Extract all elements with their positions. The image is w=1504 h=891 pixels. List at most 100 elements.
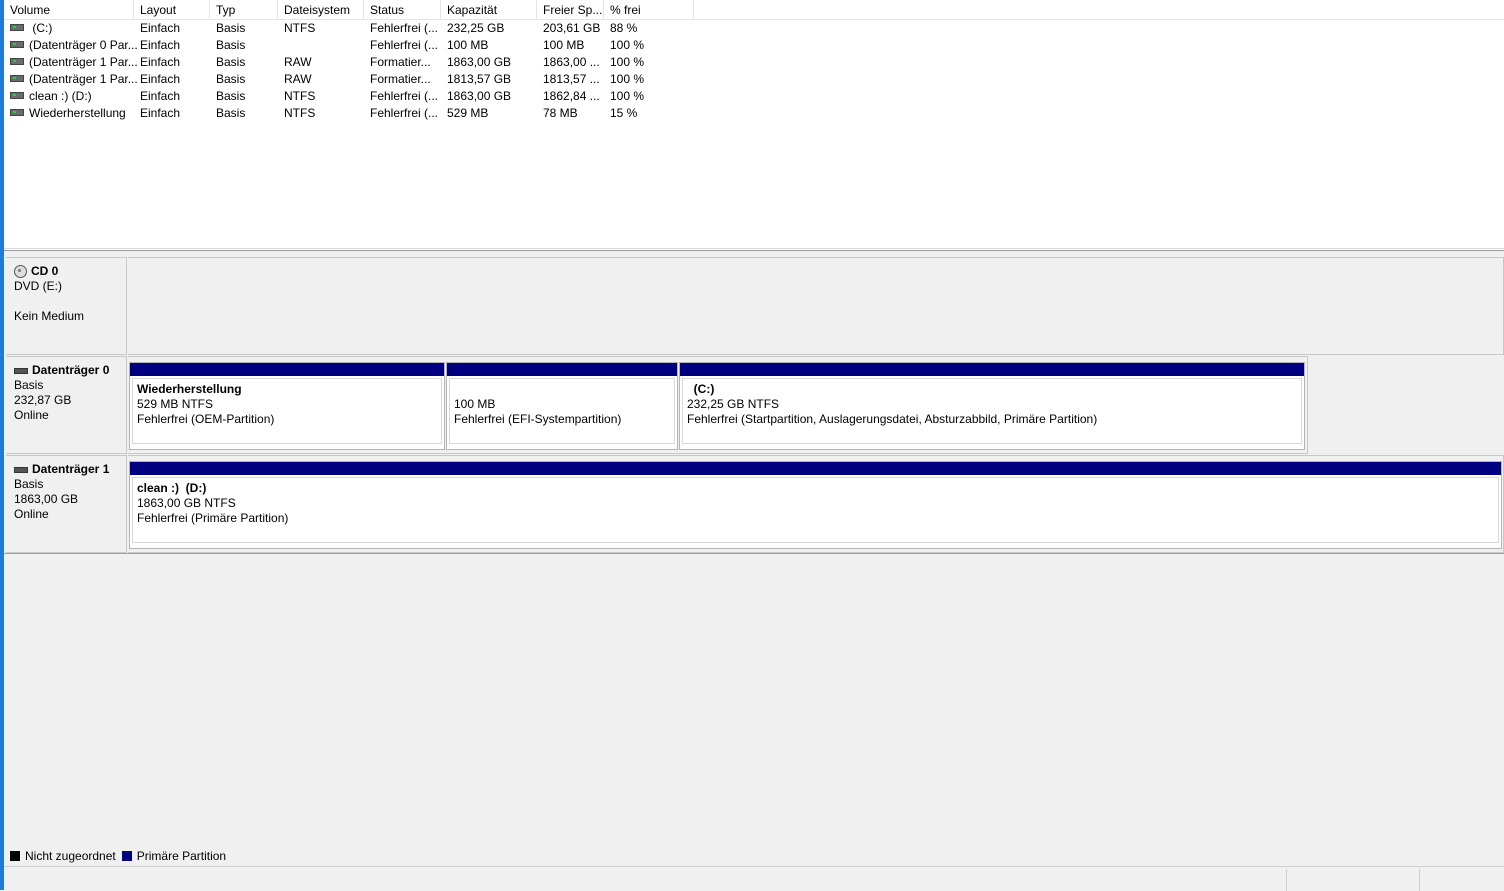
volume-label: clean :) (D:) (29, 89, 92, 103)
cell-freier-speicher: 1813,57 ... (543, 72, 600, 86)
volume-row[interactable]: clean :) (D:) Einfach Basis NTFS Fehlerfrei … (4, 88, 1504, 105)
volume-drive-icon (10, 24, 24, 32)
column-header-status[interactable]: Status (364, 0, 441, 19)
cell-layout: Einfach (140, 72, 181, 86)
partition-name (454, 382, 670, 397)
disk-row-0: Datenträger 0 Basis 232,87 GB Online Wie… (6, 356, 1504, 454)
disk-row-1: Datenträger 1 Basis 1863,00 GB Online cl… (6, 455, 1504, 553)
cell-dateisystem: RAW (284, 72, 312, 86)
disk-size: 1863,00 GB (14, 492, 79, 506)
partition-wiederherstellung[interactable]: Wiederherstellung 529 MB NTFS Fehlerfrei… (129, 362, 445, 450)
cell-volume-name: (C:) (10, 20, 52, 37)
volume-drive-icon (10, 92, 24, 100)
cell-prozent-frei: 15 % (610, 106, 638, 120)
legend: Nicht zugeordnet Primäre Partition (10, 848, 232, 864)
volume-drive-icon (10, 58, 24, 66)
cell-typ: Basis (216, 21, 246, 35)
partition-color-bar (447, 363, 677, 376)
hard-disk-icon (14, 367, 28, 374)
disk-label-cd0[interactable]: CD 0 DVD (E:) Kein Medium (6, 257, 127, 355)
partition-color-bar (680, 363, 1304, 376)
cell-kapazitaet: 100 MB (447, 38, 489, 52)
partition-color-bar (130, 363, 444, 376)
cell-kapazitaet: 1813,57 GB (447, 72, 512, 86)
disk-drive-letter: DVD (E:) (14, 279, 62, 293)
column-header-layout[interactable]: Layout (134, 0, 210, 19)
cell-status: Fehlerfrei (... (370, 21, 439, 35)
volume-row[interactable]: Wiederherstellung Einfach Basis NTFS Fehlerf… (4, 105, 1504, 122)
column-header-prozent-frei[interactable]: % frei (604, 0, 694, 19)
hard-disk-icon (14, 466, 28, 473)
column-header-volume[interactable]: Volume (4, 0, 134, 19)
disk-row-cd0: CD 0 DVD (E:) Kein Medium (6, 257, 1504, 355)
legend-label: Nicht zugeordnet (25, 849, 116, 863)
cell-freier-speicher: 78 MB (543, 106, 578, 120)
disk-title: Datenträger 1 (32, 462, 110, 476)
disk-media-status: Kein Medium (14, 309, 85, 323)
disk-title: CD 0 (31, 264, 59, 278)
partition-name: Wiederherstellung (137, 382, 242, 396)
disk-area-cd0 (128, 257, 1504, 355)
column-header-kapazitaet[interactable]: Kapazität (441, 0, 537, 19)
disk-size: 232,87 GB (14, 393, 72, 407)
volume-row[interactable]: (C:) Einfach Basis NTFS Fehlerfrei (... 232,2… (4, 20, 1504, 37)
cell-status: Fehlerfrei (... (370, 89, 439, 103)
legend-label: Primäre Partition (136, 849, 227, 863)
cell-freier-speicher: 1862,84 ... (543, 89, 600, 103)
volume-label: (Datenträger 0 Par... (29, 38, 138, 52)
cell-volume-name: clean :) (D:) (10, 88, 92, 105)
cell-kapazitaet: 232,25 GB (447, 21, 505, 35)
partition-d[interactable]: clean :) (D:) 1863,00 GB NTFS Fehlerfrei… (129, 461, 1502, 549)
partition-status: Fehlerfrei (Primäre Partition) (137, 511, 289, 525)
partition-size: 100 MB (454, 397, 496, 411)
legend-item-unallocated: Nicht zugeordnet (10, 849, 116, 863)
volume-row[interactable]: (Datenträger 1 Par... Einfach Basis RAW Form… (4, 54, 1504, 71)
partition-size: 1863,00 GB NTFS (137, 496, 236, 510)
partition-status: Fehlerfrei (EFI-Systempartition) (454, 412, 622, 426)
status-separator (1419, 869, 1420, 891)
cell-kapazitaet: 1863,00 GB (447, 55, 512, 69)
volume-list[interactable]: Volume Layout Typ Dateisystem Status Kap… (4, 0, 1504, 248)
cell-volume-name: (Datenträger 1 Par... (10, 71, 138, 88)
partition-c[interactable]: (C:) 232,25 GB NTFS Fehlerfrei (Startpar… (679, 362, 1305, 450)
cell-typ: Basis (216, 106, 246, 120)
cell-freier-speicher: 203,61 GB (543, 21, 601, 35)
partition-color-bar (130, 462, 1501, 475)
column-header-dateisystem[interactable]: Dateisystem (278, 0, 364, 19)
volume-row[interactable]: (Datenträger 1 Par... Einfach Basis RAW Form… (4, 71, 1504, 88)
partition-efi[interactable]: 100 MB Fehlerfrei (EFI-Systempartition) (446, 362, 678, 450)
cell-dateisystem: NTFS (284, 89, 316, 103)
disk-label-1[interactable]: Datenträger 1 Basis 1863,00 GB Online (6, 455, 127, 553)
volume-label: (Datenträger 1 Par... (29, 55, 138, 69)
column-header-freier-speicher[interactable]: Freier Sp... (537, 0, 604, 19)
cell-volume-name: (Datenträger 0 Par... (10, 37, 138, 54)
cell-prozent-frei: 100 % (610, 55, 645, 69)
volume-drive-icon (10, 75, 24, 83)
pane-splitter[interactable] (4, 248, 1504, 251)
legend-swatch-blue (121, 851, 132, 861)
column-header-typ[interactable]: Typ (210, 0, 278, 19)
cell-dateisystem: RAW (284, 55, 312, 69)
partition-status: Fehlerfrei (OEM-Partition) (137, 412, 275, 426)
disk-state: Online (14, 408, 49, 422)
status-bar (4, 866, 1504, 891)
cell-layout: Einfach (140, 21, 181, 35)
volume-drive-icon (10, 41, 24, 49)
disk-area-1: clean :) (D:) 1863,00 GB NTFS Fehlerfrei… (128, 455, 1504, 553)
partition-name: clean :) (D:) (137, 481, 207, 495)
disk-label-0[interactable]: Datenträger 0 Basis 232,87 GB Online (6, 356, 127, 454)
volume-row[interactable]: (Datenträger 0 Par... Einfach Basis Fehlerf… (4, 37, 1504, 54)
legend-item-primary: Primäre Partition (121, 849, 227, 863)
cell-typ: Basis (216, 89, 246, 103)
cell-typ: Basis (216, 72, 246, 86)
cell-prozent-frei: 100 % (610, 89, 645, 103)
cell-prozent-frei: 100 % (610, 72, 645, 86)
partition-size: 529 MB NTFS (137, 397, 214, 411)
volume-label: Wiederherstellung (29, 106, 126, 120)
partition-name: (C:) (687, 382, 715, 396)
cell-dateisystem: NTFS (284, 21, 316, 35)
cell-volume-name: Wiederherstellung (10, 105, 126, 122)
cd-drive-icon (14, 265, 27, 278)
disk-type: Basis (14, 378, 44, 392)
cell-freier-speicher: 100 MB (543, 38, 585, 52)
